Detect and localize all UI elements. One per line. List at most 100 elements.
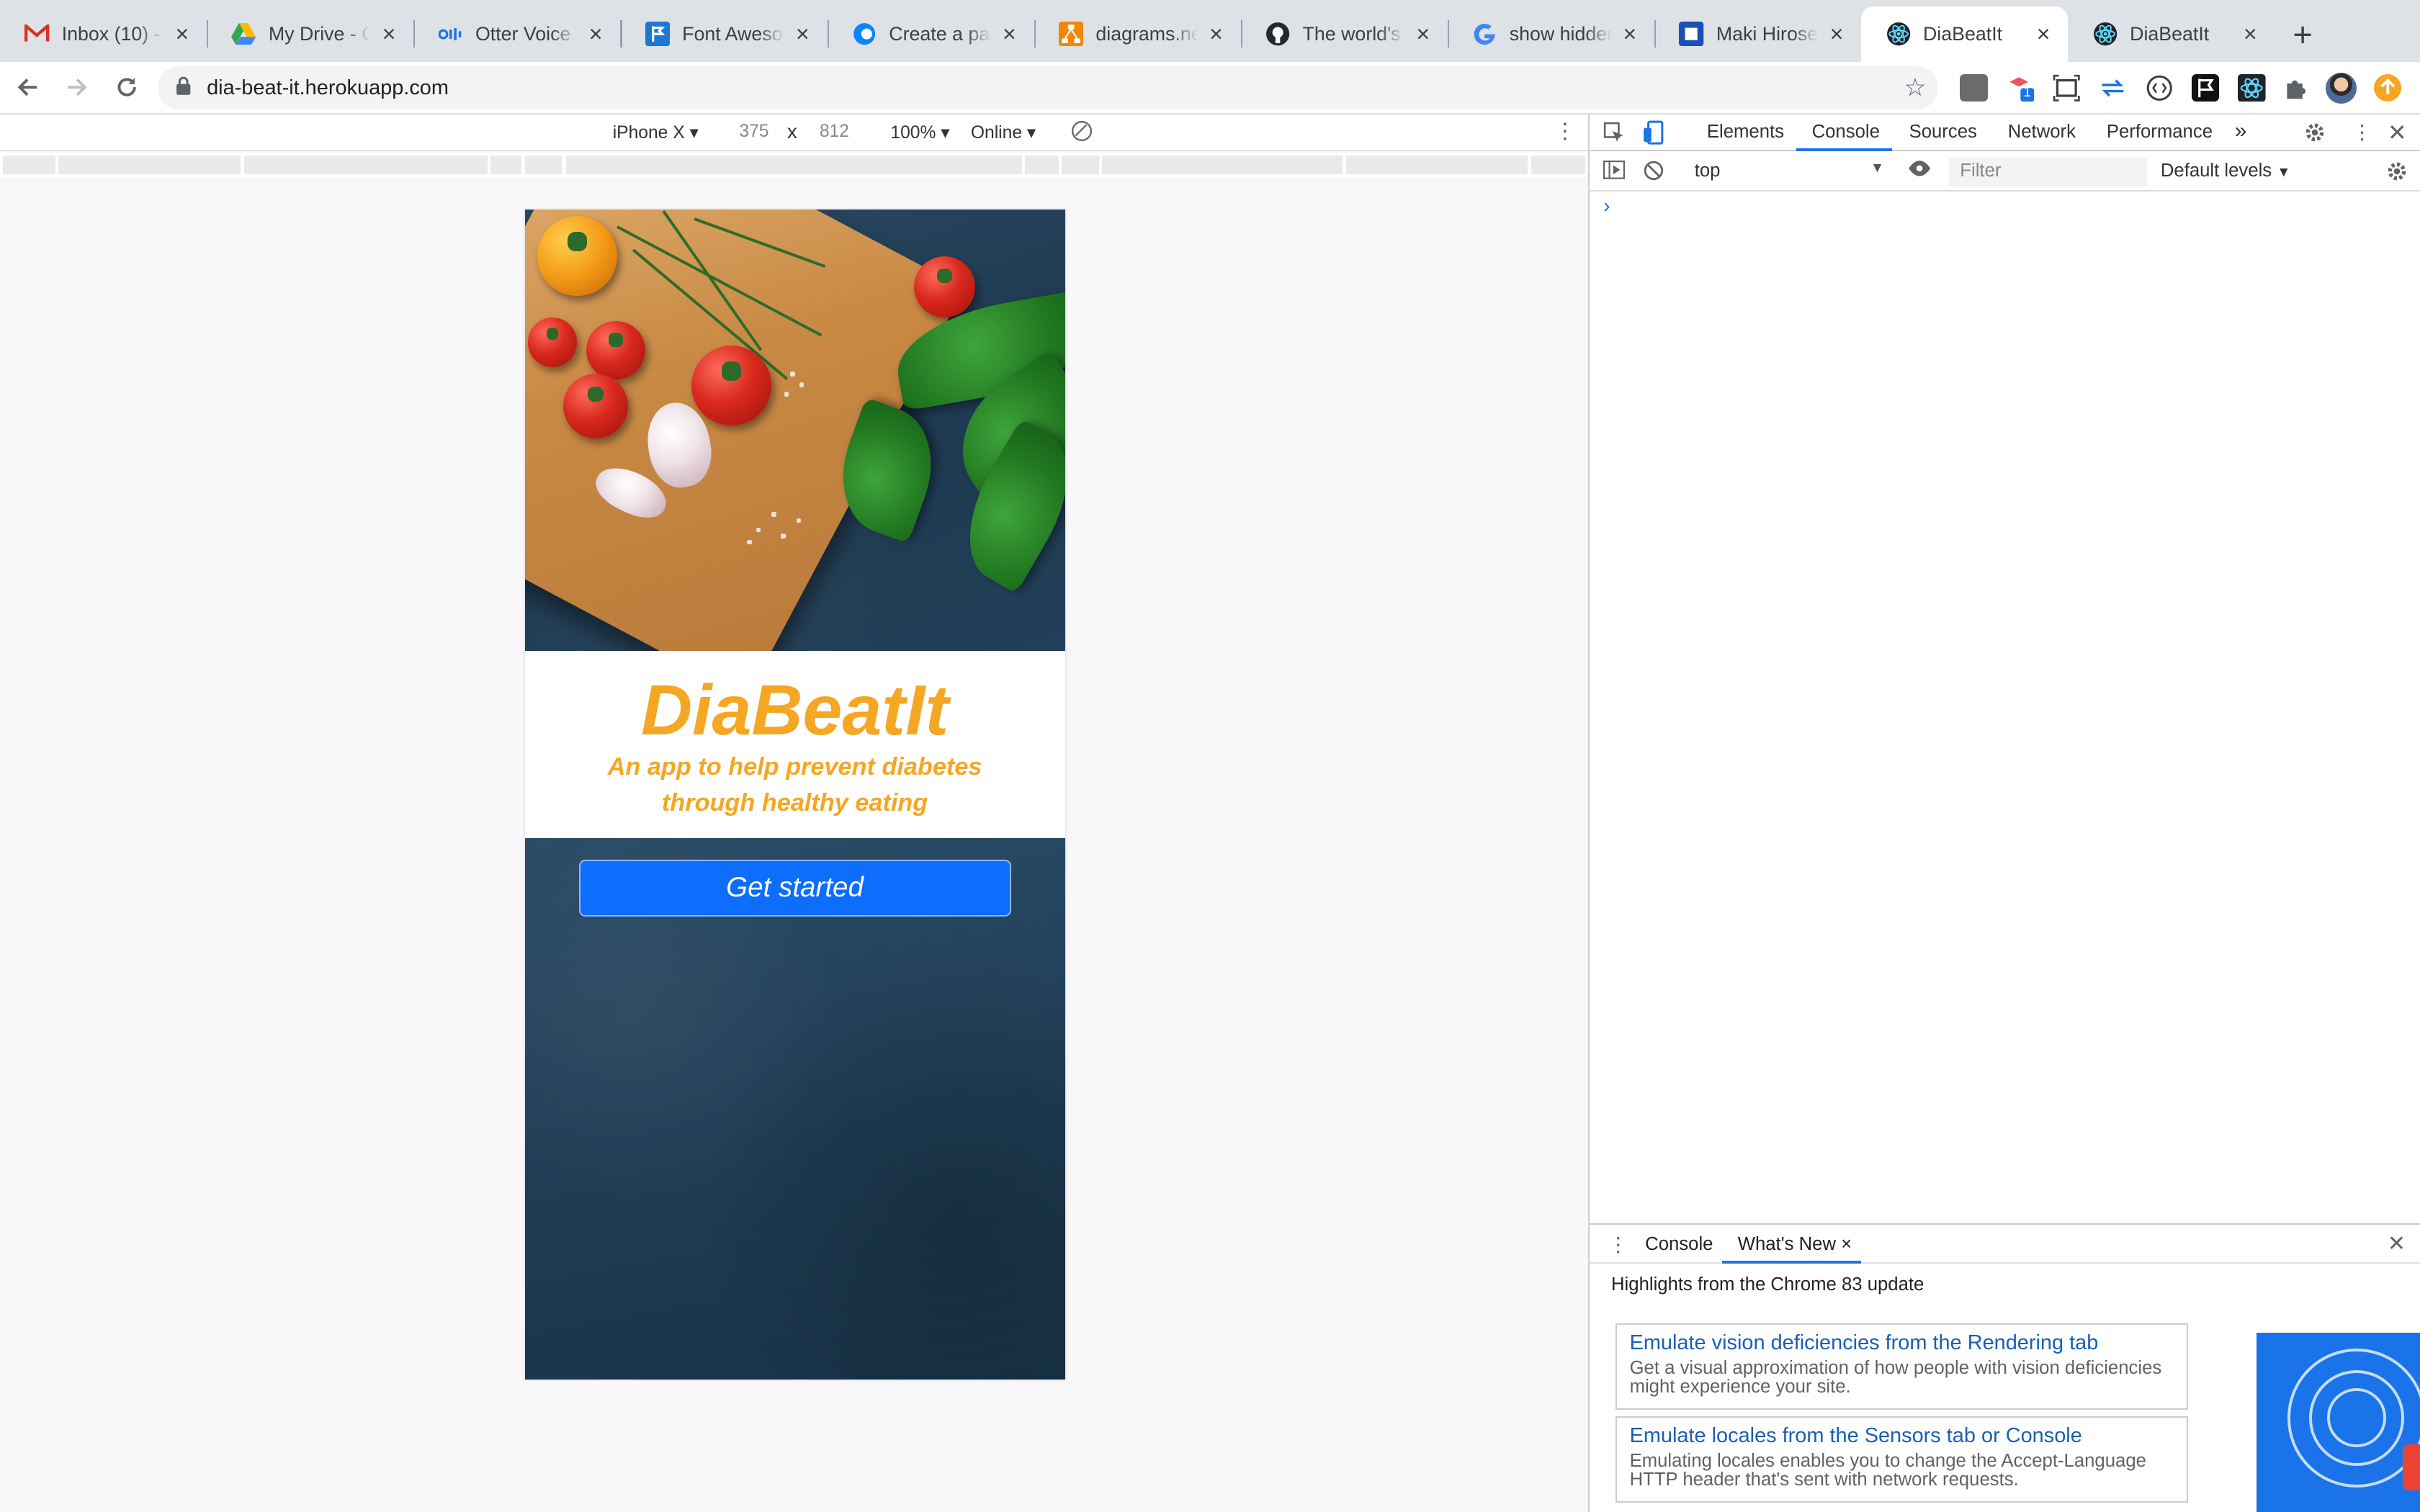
close-tab-icon[interactable]: ×: [997, 21, 1021, 48]
forward-arrow-icon[interactable]: [55, 66, 99, 109]
context-value: top: [1694, 160, 1721, 181]
whats-new-item[interactable]: Emulate locales from the Sensors tab or …: [1615, 1416, 2189, 1503]
tomato: [537, 215, 618, 297]
url-text: dia-beat-it.herokuapp.com: [207, 76, 449, 99]
device-toolbar: iPhone X ▾ 375 x 812 100% ▾ Online ▾ ⋮: [0, 114, 1588, 151]
media-query-bar[interactable]: [0, 153, 1588, 178]
drawer-tab-console[interactable]: Console: [1645, 1234, 1713, 1255]
clear-console-icon[interactable]: [1644, 161, 1664, 186]
context-select[interactable]: top ▼: [1688, 158, 1889, 187]
close-tab-icon[interactable]: ×: [1841, 1234, 1852, 1254]
whats-new-item-title[interactable]: Emulate locales from the Sensors tab or …: [1630, 1424, 2175, 1448]
app-background: Get started: [524, 837, 1065, 1380]
drawer-tab-whats-new[interactable]: What's New ×: [1738, 1234, 1852, 1255]
more-options-icon[interactable]: ⋮: [1554, 119, 1576, 144]
sync-arrows-icon[interactable]: [2099, 74, 2127, 102]
browser-tab[interactable]: Font Awesom ×: [620, 6, 827, 62]
puzzle-extensions-icon[interactable]: [2282, 74, 2311, 102]
browser-tab[interactable]: Create a palet ×: [827, 6, 1034, 62]
more-tabs-button[interactable]: »: [2235, 119, 2247, 143]
tab-title: Otter Voice M: [475, 22, 577, 45]
tab-title: DiaBeatIt: [2130, 22, 2210, 45]
close-tab-icon[interactable]: ×: [1824, 21, 1849, 48]
browser-tab-active[interactable]: DiaBeatIt ×: [1861, 6, 2069, 62]
browser-tab[interactable]: Inbox (10) - m ×: [0, 6, 207, 62]
tab-sources[interactable]: Sources: [1909, 122, 1977, 143]
devtools-drawer: ⋮ Console What's New × ✕ Highlights from…: [1590, 1223, 2420, 1512]
close-tab-icon[interactable]: ×: [1411, 21, 1435, 48]
live-expression-eye-icon[interactable]: [1907, 159, 1932, 183]
reload-icon[interactable]: [105, 66, 148, 109]
get-started-button[interactable]: Get started: [578, 859, 1011, 917]
extension-icon[interactable]: [1960, 73, 1988, 102]
browser-tab[interactable]: Otter Voice M ×: [413, 6, 620, 62]
browser-tab[interactable]: The world's le ×: [1240, 6, 1448, 62]
new-tab-button[interactable]: +: [2275, 6, 2331, 62]
flag-icon[interactable]: [2191, 73, 2220, 102]
back-arrow-icon[interactable]: [6, 66, 50, 109]
close-tab-icon[interactable]: ×: [2031, 21, 2056, 48]
coolors-icon: [852, 22, 877, 46]
close-tab-icon[interactable]: ×: [2238, 21, 2262, 48]
tab-network[interactable]: Network: [2008, 122, 2076, 143]
update-arrow-icon[interactable]: [2373, 73, 2402, 102]
device-toggle-icon[interactable]: [1642, 120, 1664, 150]
close-devtools-icon[interactable]: ✕: [2388, 119, 2407, 146]
log-levels-select[interactable]: Default levels ▼: [2161, 161, 2291, 181]
viewport-width[interactable]: 375: [739, 122, 768, 142]
address-bar[interactable]: dia-beat-it.herokuapp.com ☆: [157, 66, 1939, 110]
tomato: [586, 320, 645, 380]
active-drawer-tab-indicator: [1722, 1260, 1862, 1264]
sidebar-toggle-icon[interactable]: [1603, 160, 1626, 184]
app-title: DiaBeatIt: [640, 670, 949, 750]
inspect-element-icon[interactable]: [1603, 122, 1625, 148]
console-prompt[interactable]: ›: [1603, 194, 1610, 217]
react-icon: [2093, 22, 2118, 46]
app-header: DiaBeatIt An app to help prevent diabete…: [524, 651, 1065, 838]
devtools-tabbar: Elements Console Sources Network Perform…: [1590, 114, 2420, 151]
browser-tab[interactable]: My Drive - Go ×: [207, 6, 413, 62]
extension-badge-icon[interactable]: 1: [2007, 74, 2035, 102]
browser-tab[interactable]: show hidden f ×: [1447, 6, 1654, 62]
tab-elements[interactable]: Elements: [1707, 122, 1784, 143]
viewport-height[interactable]: 812: [820, 122, 849, 142]
browser-tab[interactable]: diagrams.net ×: [1034, 6, 1241, 62]
whats-new-item[interactable]: Emulate vision deficiencies from the Ren…: [1615, 1323, 2189, 1410]
google-icon: [1472, 22, 1497, 46]
browser-tab[interactable]: Maki Hirose: L ×: [1654, 6, 1861, 62]
screenshot-icon[interactable]: [2053, 74, 2081, 102]
whats-new-item-desc: Get a visual approximation of how people…: [1629, 1358, 2162, 1398]
device-select[interactable]: iPhone X ▾: [613, 122, 699, 143]
tab-title: DiaBeatIt: [1922, 22, 2003, 45]
settings-gear-icon[interactable]: [2304, 122, 2326, 148]
console-filter-input[interactable]: Filter: [1949, 157, 2147, 187]
bookmark-star-icon[interactable]: ☆: [1904, 73, 1927, 102]
network-throttle-select[interactable]: Online ▾: [971, 122, 1036, 143]
kebab-menu-icon[interactable]: ⋮: [2352, 120, 2372, 144]
tomato: [527, 318, 578, 367]
drawer-menu-icon[interactable]: ⋮: [1608, 1233, 1628, 1256]
close-tab-icon[interactable]: ×: [790, 21, 815, 48]
close-tab-icon[interactable]: ×: [1204, 21, 1228, 48]
close-tab-icon[interactable]: ×: [377, 21, 401, 48]
zoom-select[interactable]: 100% ▾: [890, 122, 949, 143]
tab-title: diagrams.net: [1095, 22, 1198, 45]
profile-avatar[interactable]: [2326, 72, 2357, 104]
close-drawer-icon[interactable]: ✕: [2388, 1231, 2406, 1256]
network-value: Online: [970, 123, 1023, 143]
diagrams-icon: [1058, 21, 1084, 47]
device-name: iPhone X: [612, 123, 685, 143]
tab-performance[interactable]: Performance: [2107, 122, 2213, 143]
tab-title: The world's le: [1302, 22, 1404, 45]
close-tab-icon[interactable]: ×: [170, 21, 194, 48]
close-tab-icon[interactable]: ×: [583, 21, 608, 48]
browser-tab[interactable]: DiaBeatIt ×: [2068, 6, 2275, 62]
console-settings-gear-icon[interactable]: [2386, 161, 2408, 187]
react-devtools-icon[interactable]: [2238, 73, 2266, 102]
whats-new-item-title[interactable]: Emulate vision deficiencies from the Ren…: [1630, 1331, 2175, 1355]
rotate-icon[interactable]: [1071, 120, 1093, 147]
gmail-icon: [24, 22, 50, 46]
code-braces-icon[interactable]: [2146, 74, 2174, 102]
close-tab-icon[interactable]: ×: [1618, 21, 1642, 48]
tab-console[interactable]: Console: [1812, 122, 1880, 143]
